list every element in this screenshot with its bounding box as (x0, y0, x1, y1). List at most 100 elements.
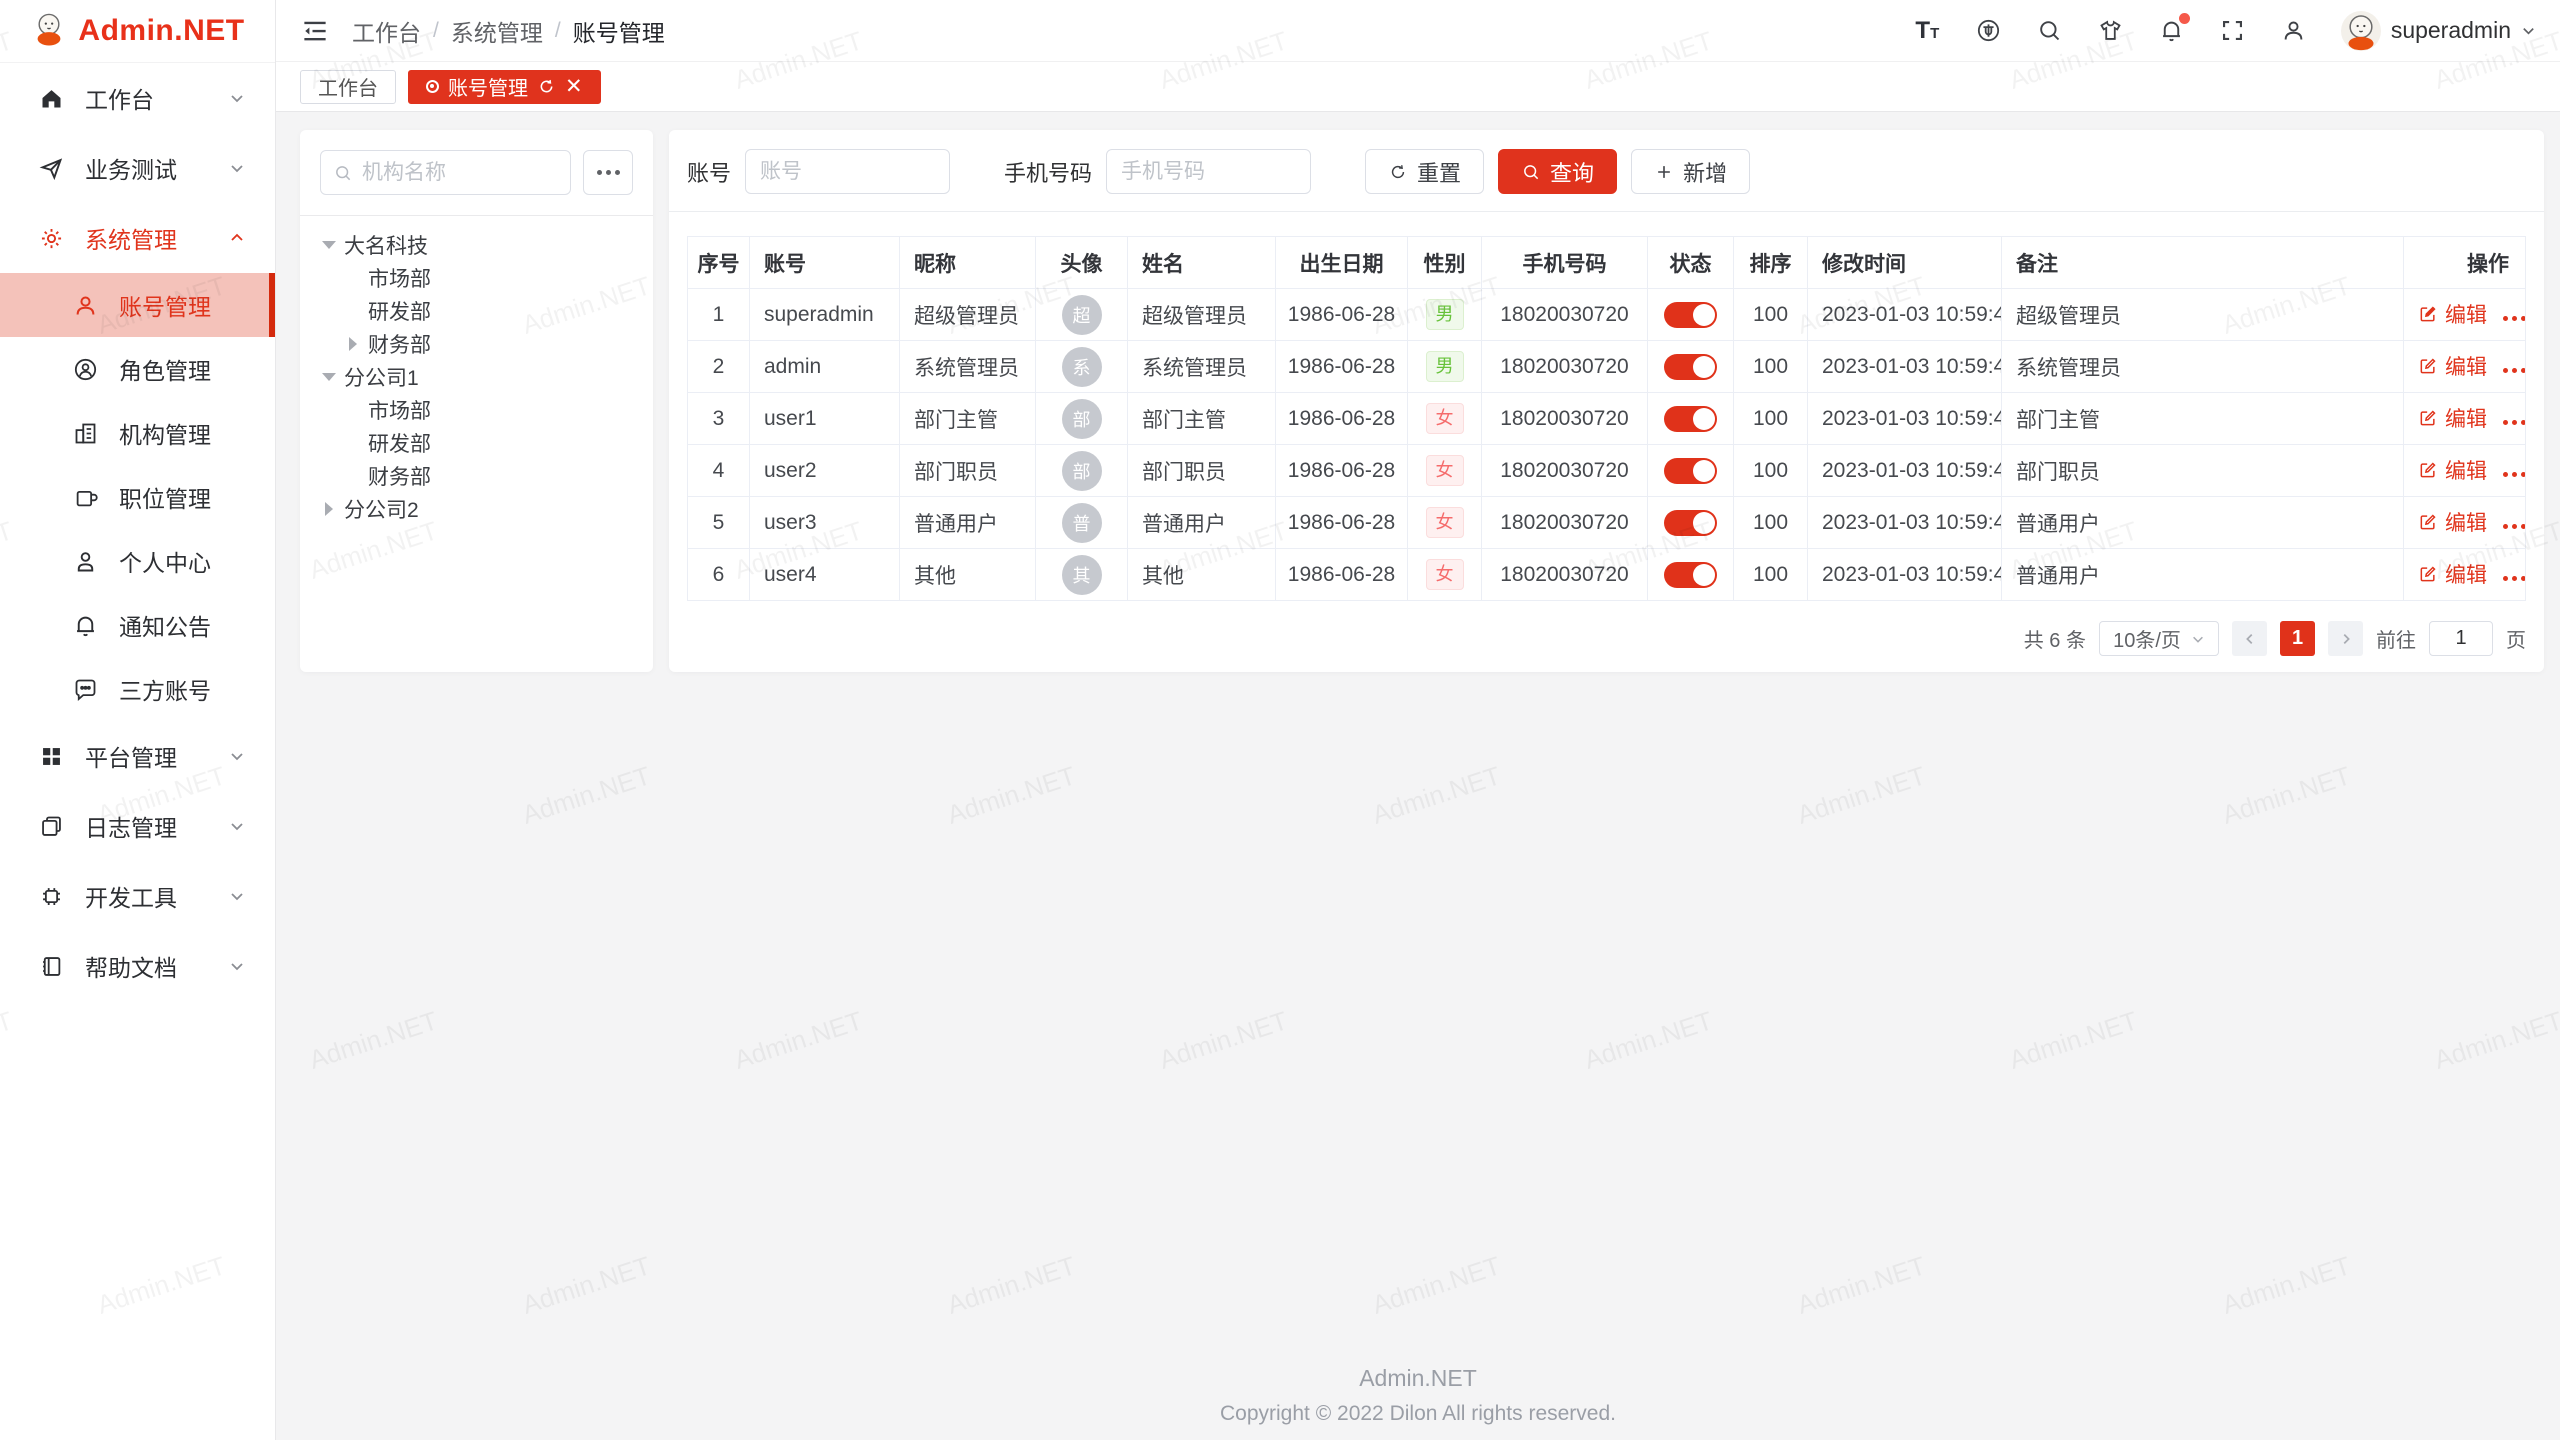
tree-node[interactable]: 分公司2 (320, 492, 633, 525)
tree-node[interactable]: 研发部 (320, 426, 633, 459)
theme-shirt-icon[interactable] (2097, 17, 2124, 44)
table-row: 5 user3 普通用户 普 普通用户 1986-06-28 女 1802003… (688, 497, 2526, 549)
current-page[interactable]: 1 (2280, 621, 2315, 656)
language-icon[interactable] (1975, 17, 2002, 44)
col-header-account: 账号 (750, 237, 900, 289)
more-actions-icon[interactable] (2503, 576, 2526, 581)
sidebar-item-role-mgmt[interactable]: 角色管理 (0, 337, 275, 401)
tree-more-button[interactable] (583, 150, 633, 195)
breadcrumb-account-mgmt: 账号管理 (573, 14, 665, 48)
pagination-total: 共 6 条 (2024, 624, 2086, 653)
query-button[interactable]: 查询 (1498, 149, 1617, 194)
goto-page-input[interactable] (2429, 621, 2493, 656)
col-header-remark: 备注 (2002, 237, 2404, 289)
search-icon[interactable] (2036, 17, 2063, 44)
sidebar-item-notice[interactable]: 通知公告 (0, 593, 275, 657)
book-icon (38, 953, 65, 980)
tree-node[interactable]: 财务部 (320, 327, 633, 360)
tree-node[interactable]: 研发部 (320, 294, 633, 327)
col-header-birthday: 出生日期 (1276, 237, 1408, 289)
edit-button[interactable]: 编辑 (2418, 403, 2487, 433)
more-actions-icon[interactable] (2503, 472, 2526, 477)
edit-button[interactable]: 编辑 (2418, 559, 2487, 589)
notification-bell-icon[interactable] (2158, 17, 2185, 44)
prev-page-button[interactable] (2232, 621, 2267, 656)
refresh-icon[interactable] (537, 77, 556, 96)
notification-badge (2179, 13, 2190, 24)
edit-icon (2418, 564, 2438, 584)
org-tree: 大名科技 市场部 研发部 财务部 分公司1 市场部 (320, 228, 633, 525)
sidebar-item-help-docs[interactable]: 帮助文档 (0, 931, 275, 1001)
breadcrumb-system-mgmt[interactable]: 系统管理 (451, 14, 543, 48)
next-page-button[interactable] (2328, 621, 2363, 656)
sidebar-item-business-test[interactable]: 业务测试 (0, 133, 275, 203)
more-actions-icon[interactable] (2503, 368, 2526, 373)
person-icon (72, 548, 99, 575)
chevron-down-icon (229, 958, 245, 974)
caret-down-icon[interactable] (320, 368, 338, 386)
breadcrumb-separator: / (433, 19, 439, 43)
chevron-down-icon (2191, 632, 2205, 646)
col-header-name: 姓名 (1128, 237, 1276, 289)
status-toggle[interactable] (1664, 562, 1717, 588)
org-search-input[interactable] (362, 161, 558, 185)
reset-button[interactable]: 重置 (1365, 149, 1484, 194)
status-toggle[interactable] (1664, 510, 1717, 536)
edit-button[interactable]: 编辑 (2418, 351, 2487, 381)
status-toggle[interactable] (1664, 354, 1717, 380)
edit-icon (2418, 460, 2438, 480)
accounts-panel: 账号 手机号码 重置 查询 新增 (669, 130, 2544, 672)
edit-icon (2418, 512, 2438, 532)
add-button[interactable]: 新增 (1631, 149, 1750, 194)
goto-label: 前往 (2376, 624, 2416, 653)
status-toggle[interactable] (1664, 302, 1717, 328)
tree-node[interactable]: 分公司1 (320, 360, 633, 393)
close-icon[interactable]: ✕ (565, 76, 583, 97)
edit-button[interactable]: 编辑 (2418, 455, 2487, 485)
tree-node[interactable]: 市场部 (320, 261, 633, 294)
sidebar-item-system-mgmt[interactable]: 系统管理 (0, 203, 275, 273)
app-logo[interactable]: Admin.NET (0, 0, 275, 63)
sidebar-item-dev-tools[interactable]: 开发工具 (0, 861, 275, 931)
phone-filter-input[interactable] (1106, 149, 1311, 194)
more-actions-icon[interactable] (2503, 316, 2526, 321)
caret-right-icon[interactable] (344, 335, 362, 353)
page-unit-label: 页 (2506, 624, 2526, 653)
status-toggle[interactable] (1664, 458, 1717, 484)
tree-node[interactable]: 财务部 (320, 459, 633, 492)
caret-right-icon[interactable] (320, 500, 338, 518)
sidebar-item-platform-mgmt[interactable]: 平台管理 (0, 721, 275, 791)
sidebar-item-org-mgmt[interactable]: 机构管理 (0, 401, 275, 465)
more-actions-icon[interactable] (2503, 524, 2526, 529)
page-size-select[interactable]: 10条/页 (2099, 621, 2219, 656)
gender-badge: 女 (1426, 507, 1464, 539)
user-menu[interactable]: superadmin (2341, 11, 2536, 51)
sidebar-item-account-mgmt[interactable]: 账号管理 (0, 273, 275, 337)
account-filter-input[interactable] (745, 149, 950, 194)
tree-node[interactable]: 市场部 (320, 393, 633, 426)
col-header-gender: 性别 (1408, 237, 1482, 289)
fullscreen-icon[interactable] (2219, 17, 2246, 44)
caret-down-icon[interactable] (320, 236, 338, 254)
breadcrumb-workbench[interactable]: 工作台 (352, 14, 421, 48)
plus-icon (1654, 162, 1674, 182)
tab-account-mgmt[interactable]: 账号管理 ✕ (408, 70, 601, 104)
more-actions-icon[interactable] (2503, 420, 2526, 425)
tree-node[interactable]: 大名科技 (320, 228, 633, 261)
col-header-order: 排序 (1734, 237, 1808, 289)
sidebar-item-log-mgmt[interactable]: 日志管理 (0, 791, 275, 861)
gender-badge: 女 (1426, 455, 1464, 487)
menu-fold-icon[interactable] (300, 16, 330, 46)
edit-button[interactable]: 编辑 (2418, 507, 2487, 537)
avatar: 系 (1062, 347, 1102, 387)
edit-button[interactable]: 编辑 (2418, 299, 2487, 329)
sidebar-item-position-mgmt[interactable]: 职位管理 (0, 465, 275, 529)
tab-workbench[interactable]: 工作台 (300, 70, 396, 104)
main-area: 大名科技 市场部 研发部 财务部 分公司1 市场部 (276, 112, 2560, 1440)
user-outline-icon[interactable] (2280, 17, 2307, 44)
status-toggle[interactable] (1664, 406, 1717, 432)
font-size-icon[interactable]: TT (1914, 17, 1941, 44)
sidebar-item-workbench[interactable]: 工作台 (0, 63, 275, 133)
sidebar-item-thirdparty-account[interactable]: 三方账号 (0, 657, 275, 721)
sidebar-item-profile-center[interactable]: 个人中心 (0, 529, 275, 593)
